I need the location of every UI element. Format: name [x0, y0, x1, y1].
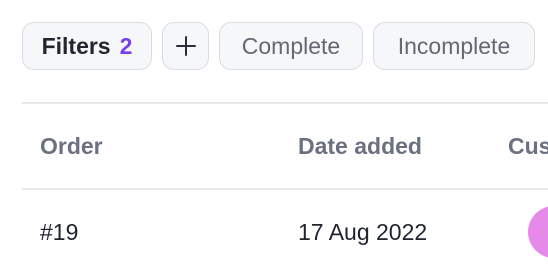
filters-button[interactable]: Filters 2 [22, 22, 152, 70]
order-number-cell: #19 [40, 218, 79, 245]
orders-table: Order Date added Cus #19 17 Aug 2022 [22, 102, 548, 268]
date-added-cell: 17 Aug 2022 [298, 218, 428, 245]
add-filter-button[interactable] [162, 22, 209, 70]
table-header-row: Order Date added Cus [22, 104, 548, 188]
filters-count-badge: 2 [119, 32, 133, 59]
plus-icon [175, 35, 197, 57]
filter-chip-complete[interactable]: Complete [219, 22, 363, 70]
orders-page: Filters 2 Complete Incomplete Order Date… [0, 0, 548, 268]
table-row[interactable]: #19 17 Aug 2022 [22, 190, 548, 268]
column-header-order[interactable]: Order [40, 104, 103, 188]
filter-chip-incomplete[interactable]: Incomplete [373, 22, 535, 70]
column-header-date-added[interactable]: Date added [298, 104, 422, 188]
column-header-customer[interactable]: Cus [508, 104, 548, 188]
filter-bar: Filters 2 Complete Incomplete [22, 22, 535, 70]
customer-avatar[interactable] [528, 206, 548, 258]
filters-label: Filters [41, 32, 111, 59]
